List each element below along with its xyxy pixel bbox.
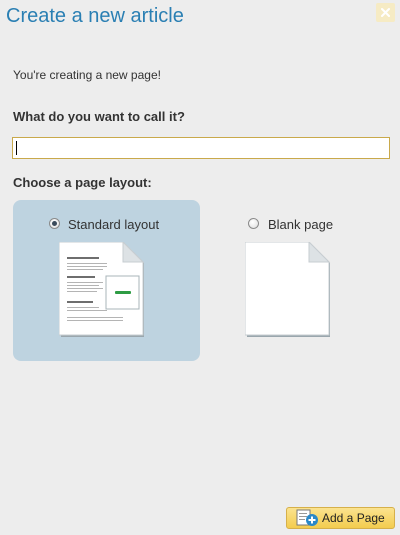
dialog-title: Create a new article (6, 5, 184, 27)
radio-blank-page[interactable] (248, 218, 259, 229)
page-name-input[interactable] (12, 137, 390, 159)
layout-option-standard[interactable]: Standard layout (13, 200, 200, 361)
layout-option-standard-label: Standard layout (68, 217, 160, 232)
close-icon (381, 8, 390, 17)
layout-option-blank-label: Blank page (268, 217, 334, 232)
add-page-button[interactable]: Add a Page (286, 507, 395, 529)
standard-page-icon (59, 242, 145, 337)
radio-standard-layout[interactable] (49, 218, 60, 229)
layout-label: Choose a page layout: (13, 175, 152, 190)
add-page-icon (296, 509, 318, 526)
text-caret (16, 141, 17, 155)
add-page-button-label: Add a Page (322, 511, 385, 525)
blank-page-icon (245, 242, 331, 337)
close-button[interactable] (376, 3, 395, 22)
page-name-label: What do you want to call it? (13, 109, 185, 124)
layout-option-blank[interactable]: Blank page (220, 200, 392, 361)
intro-text: You're creating a new page! (13, 68, 161, 82)
